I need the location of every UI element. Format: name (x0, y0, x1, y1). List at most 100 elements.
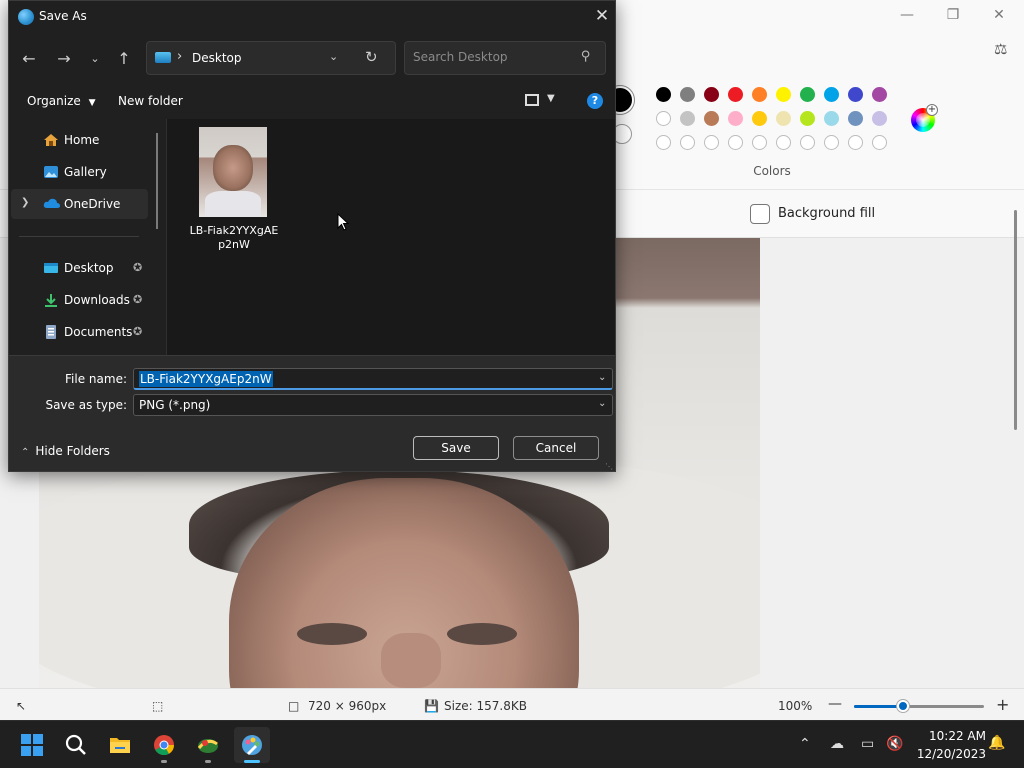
color-swatch[interactable] (752, 87, 767, 102)
nav-item-desktop[interactable]: Desktop ✪ (11, 253, 148, 283)
view-options-icon[interactable] (525, 94, 539, 106)
resize-grip-icon[interactable]: ⋱ (605, 462, 613, 471)
view-dropdown-icon[interactable]: ▼ (547, 93, 555, 104)
search-box[interactable]: ⚲ (404, 41, 606, 75)
color-swatch[interactable] (704, 87, 719, 102)
save-as-type-dropdown-icon[interactable]: ⌄ (598, 398, 606, 409)
pin-icon[interactable]: ✪ (133, 293, 142, 306)
dialog-close-button[interactable]: ✕ (589, 4, 615, 28)
custom-color-slot[interactable] (800, 135, 815, 150)
save-as-type-select[interactable]: PNG (*.png) ⌄ (133, 394, 613, 416)
show-hidden-icons-chevron-icon[interactable]: ⌃ (799, 736, 811, 752)
chrome-icon (153, 734, 175, 756)
minimize-button[interactable]: — (884, 4, 930, 26)
custom-color-slot[interactable] (680, 135, 695, 150)
help-icon[interactable]: ? (587, 93, 603, 109)
color-swatch[interactable] (680, 87, 695, 102)
taskbar-search-button[interactable] (58, 727, 94, 763)
notification-bell-icon[interactable]: 🔔 (988, 735, 1005, 751)
color-swatch[interactable] (872, 111, 887, 126)
canvas-size-icon: □ (288, 699, 300, 713)
custom-color-slot[interactable] (656, 135, 671, 150)
custom-color-slot[interactable] (752, 135, 767, 150)
nav-pane-scrollbar[interactable] (156, 133, 158, 229)
background-fill-checkbox[interactable] (750, 204, 770, 224)
clock-date[interactable]: 12/20/2023 (906, 747, 986, 761)
zoom-out-button[interactable]: — (828, 696, 842, 712)
start-button[interactable] (14, 727, 50, 763)
taskbar-file-explorer[interactable] (102, 727, 138, 763)
pin-icon[interactable]: ✪ (133, 261, 142, 274)
save-button[interactable]: Save (413, 436, 499, 460)
file-name-dropdown-icon[interactable]: ⌄ (598, 372, 606, 383)
color-swatch[interactable] (800, 87, 815, 102)
hide-folders-button[interactable]: ⌃ Hide Folders (21, 444, 110, 458)
color-swatch[interactable] (728, 111, 743, 126)
search-icon[interactable]: ⚲ (581, 49, 591, 64)
organize-button[interactable]: Organize ▼ (27, 94, 96, 108)
network-icon[interactable]: ▭ (861, 736, 874, 752)
restore-button[interactable]: ❐ (930, 4, 976, 26)
expand-chevron-icon[interactable]: ❯ (21, 197, 29, 208)
file-list-pane[interactable]: LB-Fiak2YYXgAEp2nW (167, 119, 615, 355)
breadcrumb-desktop[interactable]: Desktop (192, 51, 242, 65)
color-swatch[interactable] (656, 111, 671, 126)
recent-locations-chevron-icon[interactable]: ⌄ (83, 47, 107, 71)
file-thumbnail[interactable] (199, 127, 267, 217)
color-swatch[interactable] (824, 87, 839, 102)
search-input[interactable] (413, 50, 573, 64)
custom-color-slot[interactable] (728, 135, 743, 150)
zoom-slider-track[interactable] (854, 705, 984, 708)
zoom-in-button[interactable]: + (996, 695, 1009, 714)
color-swatch[interactable] (800, 111, 815, 126)
file-name-value[interactable]: LB-Fiak2YYXgAEp2nW (139, 371, 273, 387)
breadcrumb-chevron-icon[interactable]: › (177, 49, 182, 64)
zoom-slider-thumb[interactable] (897, 700, 910, 712)
share-icon[interactable]: ⚖ (994, 40, 1014, 60)
custom-color-slot[interactable] (704, 135, 719, 150)
refresh-icon[interactable]: ↻ (365, 48, 378, 66)
pin-icon[interactable]: ✪ (133, 325, 142, 338)
custom-color-slot[interactable] (776, 135, 791, 150)
taskbar-photos[interactable] (190, 727, 226, 763)
custom-color-slot[interactable] (824, 135, 839, 150)
color-swatch[interactable] (776, 111, 791, 126)
forward-arrow-icon[interactable]: → (52, 47, 76, 71)
file-name-field[interactable]: LB-Fiak2YYXgAEp2nW ⌄ (133, 368, 613, 390)
color-swatch[interactable] (824, 111, 839, 126)
search-icon (65, 734, 87, 756)
color-swatch[interactable] (752, 111, 767, 126)
color-swatch[interactable] (848, 111, 863, 126)
color-swatch[interactable] (704, 111, 719, 126)
nav-item-home[interactable]: Home (11, 125, 148, 155)
onedrive-tray-icon[interactable]: ☁ (830, 736, 844, 752)
address-bar[interactable]: › Desktop ⌄ ↻ (146, 41, 396, 75)
download-icon (43, 293, 59, 307)
taskbar-chrome[interactable] (146, 727, 182, 763)
nav-item-documents[interactable]: Documents ✪ (11, 317, 148, 347)
custom-color-slot[interactable] (872, 135, 887, 150)
file-item-name[interactable]: LB-Fiak2YYXgAEp2nW (189, 224, 279, 252)
color-swatch[interactable] (656, 87, 671, 102)
nav-item-gallery[interactable]: Gallery (11, 157, 148, 187)
desktop-folder-icon (155, 52, 171, 63)
nav-item-onedrive[interactable]: ❯ OneDrive (11, 189, 148, 219)
mouse-cursor-icon (337, 213, 349, 231)
cancel-button[interactable]: Cancel (513, 436, 599, 460)
close-app-button[interactable]: ✕ (976, 4, 1022, 26)
color-swatch[interactable] (776, 87, 791, 102)
color-swatch[interactable] (728, 87, 743, 102)
up-arrow-icon[interactable]: ↑ (112, 47, 136, 71)
color-swatch[interactable] (680, 111, 695, 126)
back-arrow-icon[interactable]: ← (17, 47, 41, 71)
custom-color-slot[interactable] (848, 135, 863, 150)
vertical-scrollbar[interactable] (1014, 210, 1017, 430)
volume-muted-icon[interactable]: 🔇 (886, 736, 903, 752)
taskbar-paint[interactable] (234, 727, 270, 763)
new-folder-button[interactable]: New folder (118, 94, 183, 108)
clock-time[interactable]: 10:22 AM (906, 729, 986, 743)
color-swatch[interactable] (872, 87, 887, 102)
address-dropdown-icon[interactable]: ⌄ (329, 50, 338, 63)
color-swatch[interactable] (848, 87, 863, 102)
nav-item-downloads[interactable]: Downloads ✪ (11, 285, 148, 315)
